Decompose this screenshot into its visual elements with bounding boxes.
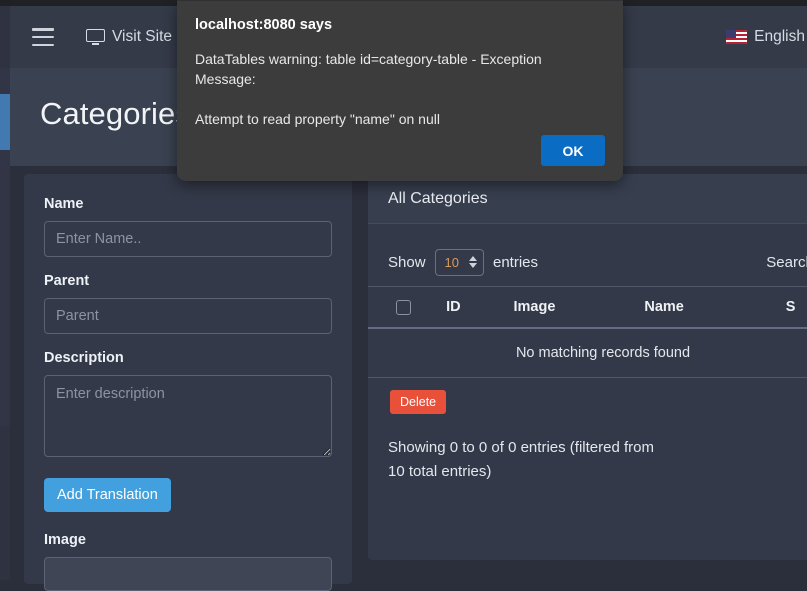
description-form-group: Description [44, 350, 332, 462]
dialog-ok-button[interactable]: OK [541, 135, 605, 166]
entries-length-select[interactable]: 10 [435, 249, 484, 276]
hamburger-menu-icon[interactable] [32, 28, 54, 46]
show-label: Show [388, 254, 426, 271]
chevron-updown-icon [469, 256, 477, 268]
category-form-card: Name Parent Description Add Translation … [24, 174, 352, 584]
column-id[interactable]: ID [423, 287, 484, 329]
dialog-message-line-1: DataTables warning: table id=category-ta… [195, 49, 605, 89]
name-form-group: Name [44, 196, 332, 257]
entries-select-value: 10 [445, 255, 459, 270]
javascript-alert-dialog: localhost:8080 says DataTables warning: … [177, 1, 623, 181]
content-area: Name Parent Description Add Translation … [10, 166, 807, 580]
sidebar [0, 6, 10, 580]
table-body: No matching records found [368, 328, 807, 378]
card-title: All Categories [388, 190, 488, 208]
sidebar-brand-block [0, 6, 10, 68]
image-label: Image [44, 532, 332, 548]
sidebar-item-active[interactable] [0, 94, 10, 150]
us-flag-icon [726, 30, 747, 44]
table-info-text: Showing 0 to 0 of 0 entries (filtered fr… [368, 414, 688, 484]
dialog-message-line-2: Attempt to read property "name" on null [195, 109, 605, 129]
visit-site-link[interactable]: Visit Site [86, 28, 172, 46]
name-label: Name [44, 196, 332, 212]
search-label: Search: [766, 254, 807, 271]
empty-message: No matching records found [368, 328, 807, 378]
add-translation-button[interactable]: Add Translation [44, 478, 171, 512]
language-selector[interactable]: English [726, 28, 807, 46]
table-empty-row: No matching records found [368, 328, 807, 378]
show-entries-control: Show 10 entries [388, 249, 538, 276]
table-header-row: ID Image Name S [368, 287, 807, 329]
column-name[interactable]: Name [585, 287, 743, 329]
page-title: Categories [40, 96, 191, 132]
monitor-icon [86, 29, 105, 45]
column-status[interactable]: S [743, 287, 807, 329]
image-file-input[interactable] [44, 557, 332, 591]
dialog-title: localhost:8080 says [195, 17, 605, 33]
column-image[interactable]: Image [484, 287, 585, 329]
category-form: Name Parent Description Add Translation … [24, 174, 352, 591]
sidebar-lower-block [0, 426, 10, 580]
column-select-all [368, 287, 423, 329]
language-label: English [754, 28, 805, 46]
visit-site-label: Visit Site [112, 28, 172, 46]
select-all-checkbox[interactable] [396, 300, 411, 315]
table-toolbar: Show 10 entries Search: [368, 224, 807, 280]
card-header: All Categories [368, 174, 807, 224]
name-input[interactable] [44, 221, 332, 257]
table-head: ID Image Name S [368, 287, 807, 329]
parent-form-group: Parent [44, 273, 332, 334]
delete-button[interactable]: Delete [390, 390, 446, 414]
dialog-actions: OK [541, 135, 605, 166]
entries-label: entries [493, 254, 538, 271]
description-label: Description [44, 350, 332, 366]
parent-label: Parent [44, 273, 332, 289]
all-categories-card: All Categories Show 10 entries Search: [368, 174, 807, 560]
category-table: ID Image Name S No matching records foun… [368, 286, 807, 378]
parent-input[interactable] [44, 298, 332, 334]
description-textarea[interactable] [44, 375, 332, 457]
